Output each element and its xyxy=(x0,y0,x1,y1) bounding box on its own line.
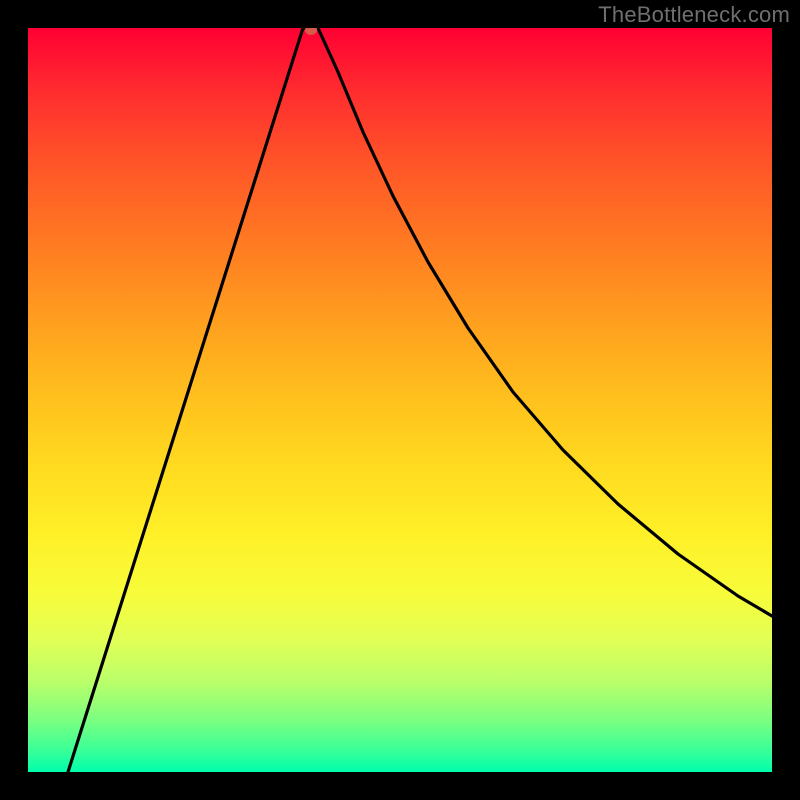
curve-svg xyxy=(28,28,772,772)
bottleneck-curve xyxy=(68,28,772,772)
chart-frame: TheBottleneck.com xyxy=(0,0,800,800)
watermark-text: TheBottleneck.com xyxy=(598,2,790,28)
plot-area xyxy=(28,28,772,772)
min-marker xyxy=(305,28,317,35)
